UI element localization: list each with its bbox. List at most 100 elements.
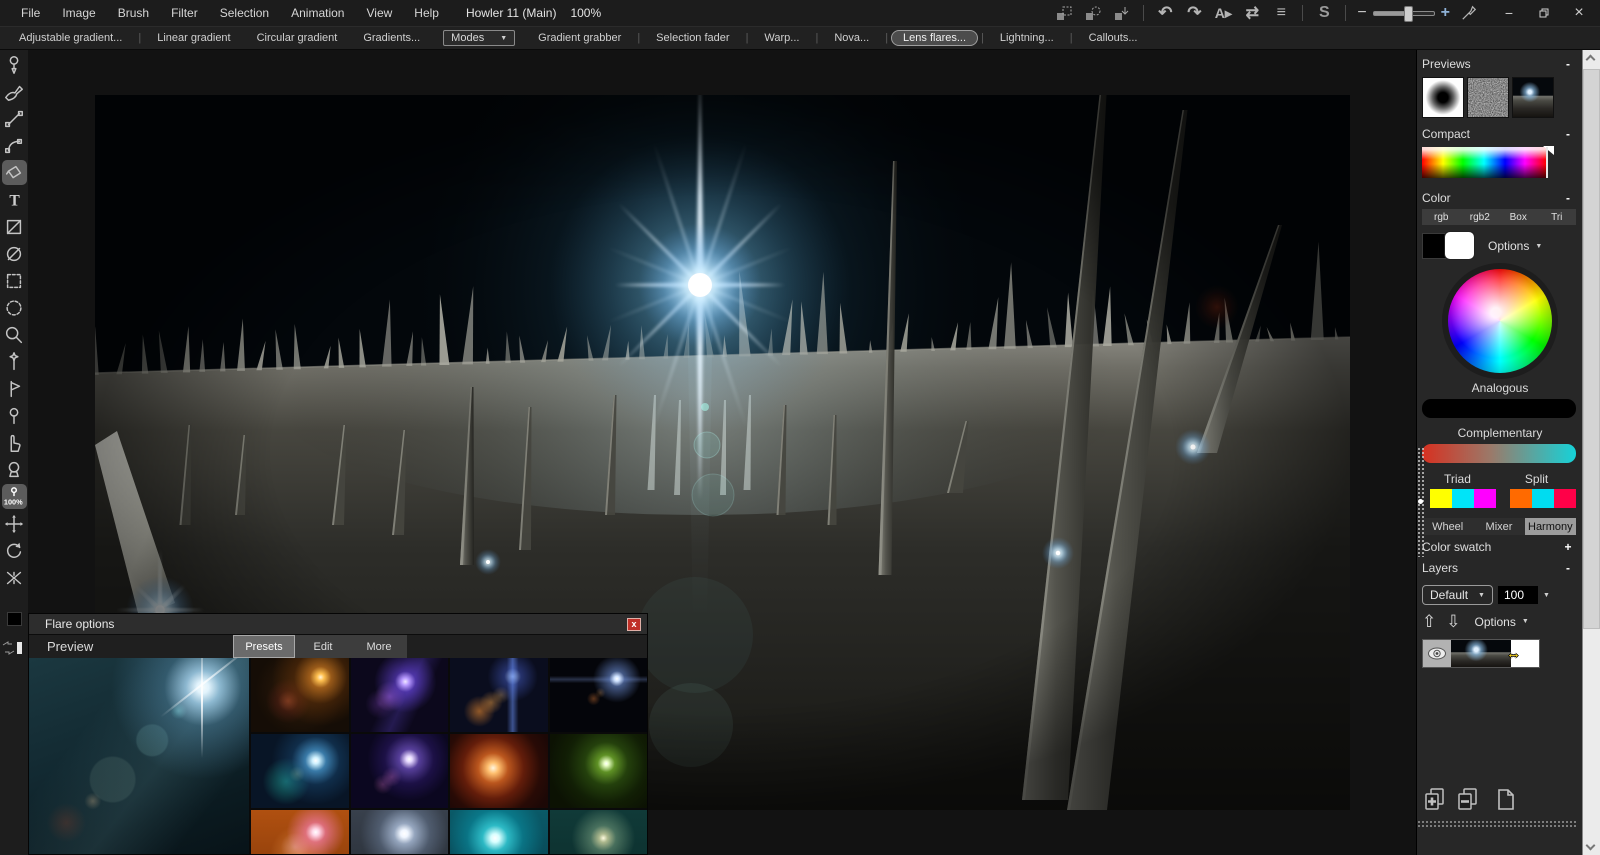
minimize-button[interactable]: − bbox=[1496, 4, 1522, 22]
color-tab-tri[interactable]: Tri bbox=[1538, 212, 1577, 223]
flare-preset-2[interactable] bbox=[351, 658, 449, 732]
flare-tab-edit[interactable]: Edit bbox=[295, 635, 351, 658]
split-color[interactable] bbox=[1532, 489, 1554, 508]
layer-row[interactable]: ↔ bbox=[1422, 639, 1540, 668]
flare-dialog-titlebar[interactable]: Flare options x bbox=[29, 614, 647, 635]
triad-swatches[interactable] bbox=[1430, 489, 1496, 508]
flare-preset-6[interactable] bbox=[351, 734, 449, 808]
flare-preset-3[interactable] bbox=[450, 658, 548, 732]
current-color-swatch[interactable] bbox=[7, 612, 22, 626]
toolbar-nova[interactable]: Nova... bbox=[821, 30, 882, 46]
undo-icon[interactable]: ↶ bbox=[1155, 4, 1175, 22]
layer-visibility-toggle[interactable] bbox=[1423, 640, 1451, 667]
zoom-slider-track[interactable] bbox=[1373, 11, 1435, 16]
flare-preset-9[interactable] bbox=[251, 810, 349, 854]
knife-icon[interactable] bbox=[1459, 4, 1479, 22]
zoom-slider-handle[interactable] bbox=[1404, 6, 1413, 22]
split-swatches[interactable] bbox=[1510, 489, 1576, 508]
value-slider[interactable] bbox=[1417, 447, 1424, 557]
secondary-color-swatch[interactable] bbox=[1445, 232, 1474, 259]
flare-preview-image[interactable] bbox=[29, 658, 249, 854]
text-arrow-icon[interactable]: A▸ bbox=[1213, 4, 1233, 22]
layer-opacity-field[interactable]: 100 bbox=[1498, 586, 1538, 604]
triad-color[interactable] bbox=[1474, 489, 1496, 508]
remove-layer-button[interactable] bbox=[1456, 787, 1480, 813]
layer-down-button[interactable]: ⇩ bbox=[1446, 613, 1460, 630]
flare-preset-7[interactable] bbox=[450, 734, 548, 808]
split-color[interactable] bbox=[1510, 489, 1532, 508]
pin-star-icon[interactable] bbox=[2, 349, 27, 374]
mode-tab-wheel[interactable]: Wheel bbox=[1422, 518, 1473, 535]
analogous-swatch[interactable] bbox=[1422, 399, 1576, 418]
collapse-compact-button[interactable]: - bbox=[1562, 127, 1574, 141]
flare-preset-8[interactable] bbox=[550, 734, 648, 808]
image-preview-thumbnail[interactable] bbox=[1512, 77, 1554, 118]
layers-options-dropdown[interactable]: Options ▼ bbox=[1475, 615, 1529, 629]
collapse-layers-button[interactable]: - bbox=[1562, 561, 1574, 575]
toolbar-linear-gradient[interactable]: Linear gradient bbox=[144, 30, 243, 46]
swap-buffer-icon[interactable] bbox=[1054, 4, 1074, 22]
expand-color-swatch-button[interactable]: + bbox=[1562, 540, 1574, 554]
toolbar-callouts[interactable]: Callouts... bbox=[1076, 30, 1151, 46]
texture-preview-thumbnail[interactable] bbox=[1467, 77, 1509, 118]
toolbar-gradients[interactable]: Gradients... bbox=[350, 30, 433, 46]
flare-preset-12[interactable] bbox=[550, 810, 648, 854]
menu-help[interactable]: Help bbox=[403, 6, 450, 20]
toolbar-circular-gradient[interactable]: Circular gradient bbox=[244, 30, 351, 46]
swap-icon[interactable]: ⇄ bbox=[1242, 4, 1262, 22]
lens-icon[interactable] bbox=[2, 457, 27, 482]
layer-thumbnail[interactable] bbox=[1451, 640, 1511, 667]
list-icon[interactable]: ≡ bbox=[1271, 4, 1291, 22]
no-ellipse-icon[interactable] bbox=[2, 241, 27, 266]
value-slider-knob[interactable] bbox=[1418, 499, 1423, 504]
flare-tab-presets[interactable]: Presets bbox=[233, 635, 295, 658]
complementary-swatch[interactable] bbox=[1422, 444, 1576, 463]
mode-tab-mixer[interactable]: Mixer bbox=[1473, 518, 1524, 535]
triad-color[interactable] bbox=[1430, 489, 1452, 508]
toolbar-selection-fader[interactable]: Selection fader bbox=[643, 30, 742, 46]
compact-picker[interactable] bbox=[1422, 147, 1552, 178]
brush-icon[interactable] bbox=[2, 79, 27, 104]
mode-tab-harmony[interactable]: Harmony bbox=[1525, 518, 1576, 535]
styles-icon[interactable]: S bbox=[1314, 4, 1334, 22]
scroll-down-icon[interactable] bbox=[1586, 841, 1596, 851]
color-tab-rgb2[interactable]: rgb2 bbox=[1461, 212, 1500, 223]
menu-animation[interactable]: Animation bbox=[280, 6, 355, 20]
zoom-100-icon[interactable]: 100% bbox=[2, 484, 27, 509]
color-options-dropdown[interactable]: Options ▼ bbox=[1488, 239, 1542, 253]
flare-preset-10[interactable] bbox=[351, 810, 449, 854]
shear-icon[interactable] bbox=[2, 214, 27, 239]
blend-mode-dropdown[interactable]: Default ▼ bbox=[1422, 585, 1493, 605]
menu-brush[interactable]: Brush bbox=[107, 6, 160, 20]
store-buffer-icon[interactable] bbox=[1083, 4, 1103, 22]
rect-select-icon[interactable] bbox=[2, 268, 27, 293]
close-button[interactable]: × bbox=[1566, 4, 1592, 22]
new-page-button[interactable] bbox=[1495, 787, 1517, 813]
ellipse-select-icon[interactable] bbox=[2, 295, 27, 320]
curve-icon[interactable] bbox=[2, 133, 27, 158]
flag-icon[interactable] bbox=[2, 376, 27, 401]
menu-view[interactable]: View bbox=[355, 6, 403, 20]
color-tab-box[interactable]: Box bbox=[1499, 212, 1538, 223]
flare-preset-5[interactable] bbox=[251, 734, 349, 808]
opacity-dropdown-icon[interactable]: ▼ bbox=[1543, 592, 1550, 599]
color-wheel[interactable] bbox=[1448, 269, 1552, 373]
rotate-icon[interactable] bbox=[2, 538, 27, 563]
collapse-color-button[interactable]: - bbox=[1562, 191, 1574, 205]
add-layer-button[interactable] bbox=[1423, 787, 1447, 813]
flare-preset-4[interactable] bbox=[550, 658, 648, 732]
triad-color[interactable] bbox=[1452, 489, 1474, 508]
move-icon[interactable] bbox=[2, 511, 27, 536]
dock-toggle-icon[interactable] bbox=[1, 640, 25, 656]
plumb-icon[interactable] bbox=[2, 52, 27, 77]
toolbar-gradient-grabber[interactable]: Gradient grabber bbox=[525, 30, 634, 46]
hand-icon[interactable] bbox=[2, 430, 27, 455]
toolbar-lens-flares[interactable]: Lens flares... bbox=[891, 30, 978, 46]
menu-filter[interactable]: Filter bbox=[160, 6, 209, 20]
toolbar-adjustable-gradient[interactable]: Adjustable gradient... bbox=[6, 30, 135, 46]
flare-tab-more[interactable]: More bbox=[351, 635, 407, 658]
zoom-in-icon[interactable]: + bbox=[1441, 4, 1450, 22]
scrollbar-thumb[interactable] bbox=[1583, 69, 1600, 629]
transform-box-icon[interactable] bbox=[2, 160, 27, 185]
restore-button[interactable] bbox=[1531, 4, 1557, 22]
